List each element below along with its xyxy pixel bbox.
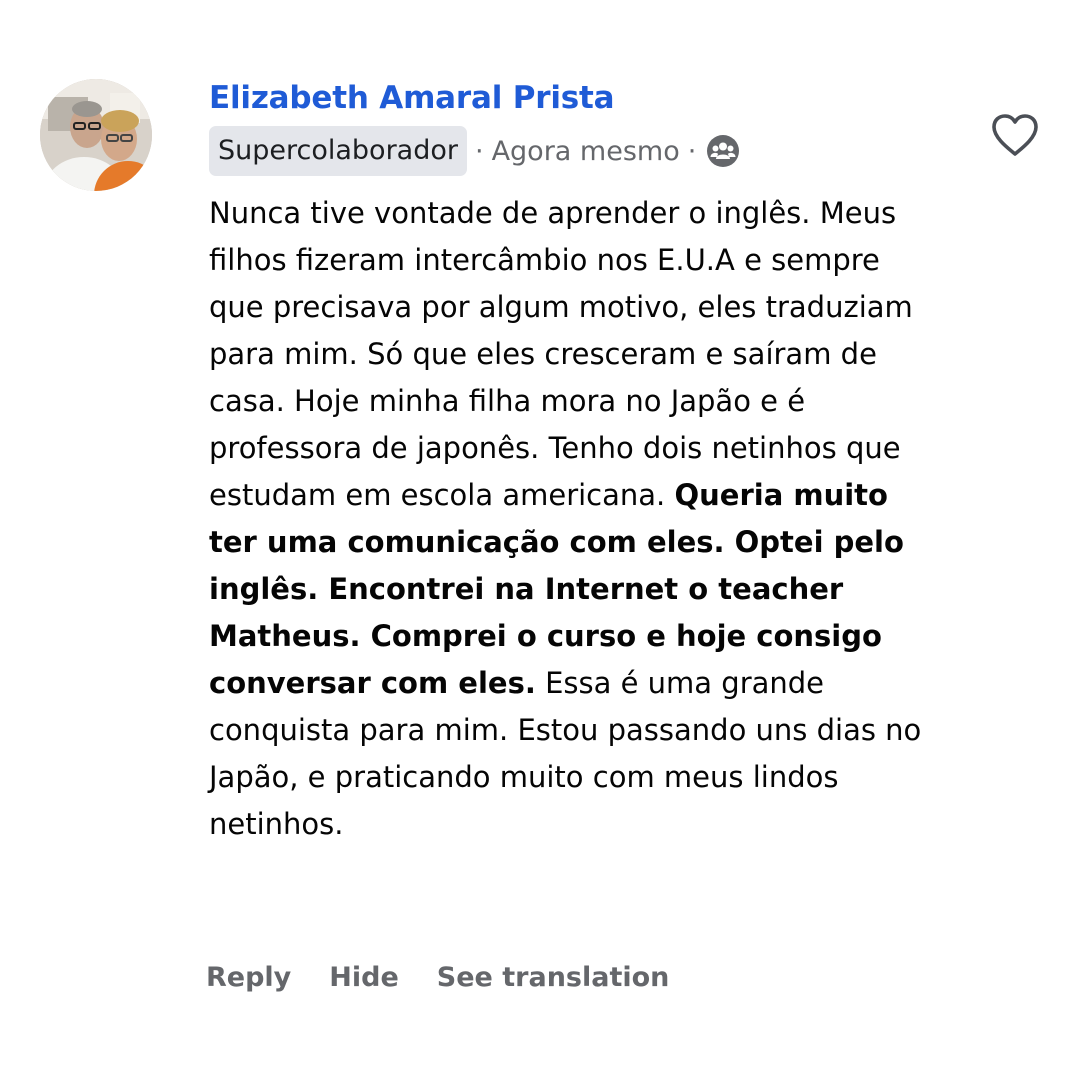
hide-button[interactable]: Hide bbox=[329, 962, 399, 993]
contributor-badge: Supercolaborador bbox=[209, 126, 467, 176]
heart-outline-icon[interactable] bbox=[990, 112, 1040, 158]
comment-body: Nunca tive vontade de aprender o inglês.… bbox=[209, 190, 929, 848]
comment-text: Nunca tive vontade de aprender o inglês.… bbox=[209, 190, 929, 848]
comment-timestamp[interactable]: Agora mesmo bbox=[492, 136, 680, 167]
comment-meta: Supercolaborador · Agora mesmo · bbox=[209, 126, 740, 176]
comment-actions: Reply Hide See translation bbox=[206, 962, 707, 993]
avatar-photo bbox=[40, 79, 152, 191]
comment-text-intro: Nunca tive vontade de aprender o inglês.… bbox=[209, 196, 913, 512]
comment-author[interactable]: Elizabeth Amaral Prista bbox=[209, 80, 615, 116]
see-translation-button[interactable]: See translation bbox=[437, 962, 670, 993]
meta-separator: · bbox=[687, 135, 697, 167]
group-icon[interactable] bbox=[706, 134, 740, 168]
avatar[interactable] bbox=[40, 79, 152, 191]
reply-button[interactable]: Reply bbox=[206, 962, 291, 993]
meta-separator: · bbox=[474, 135, 484, 167]
